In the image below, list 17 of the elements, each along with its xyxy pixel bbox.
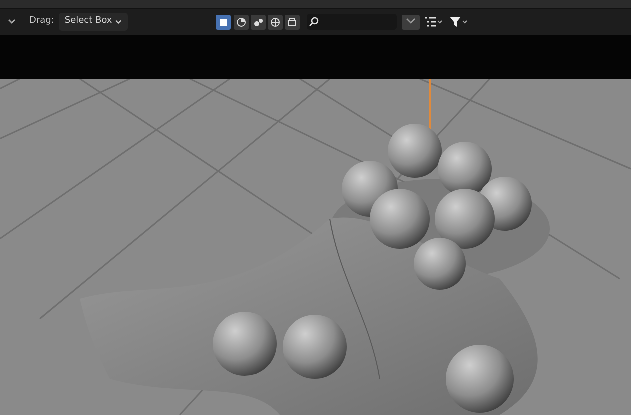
chevron-icon: [406, 18, 416, 24]
search-icon: [309, 17, 320, 27]
select-mode-button[interactable]: [285, 14, 300, 30]
select-mode-button[interactable]: [268, 14, 283, 30]
chevron-icon: [114, 20, 122, 24]
select-mode-button[interactable]: [234, 14, 248, 30]
select-mode-button[interactable]: [250, 14, 266, 30]
drag-dropdown[interactable]: Select Box: [58, 13, 128, 31]
drag-label: Drag:: [30, 15, 54, 28]
box-select-icon: [218, 16, 230, 28]
dots-icon: [252, 16, 264, 28]
select-mode-button[interactable]: [216, 14, 232, 30]
expand-button[interactable]: [402, 14, 420, 30]
chevron-icon[interactable]: [8, 19, 16, 25]
filter-icon[interactable]: [448, 16, 468, 28]
list-filter-icon[interactable]: [424, 16, 444, 28]
search-field[interactable]: [307, 14, 397, 30]
